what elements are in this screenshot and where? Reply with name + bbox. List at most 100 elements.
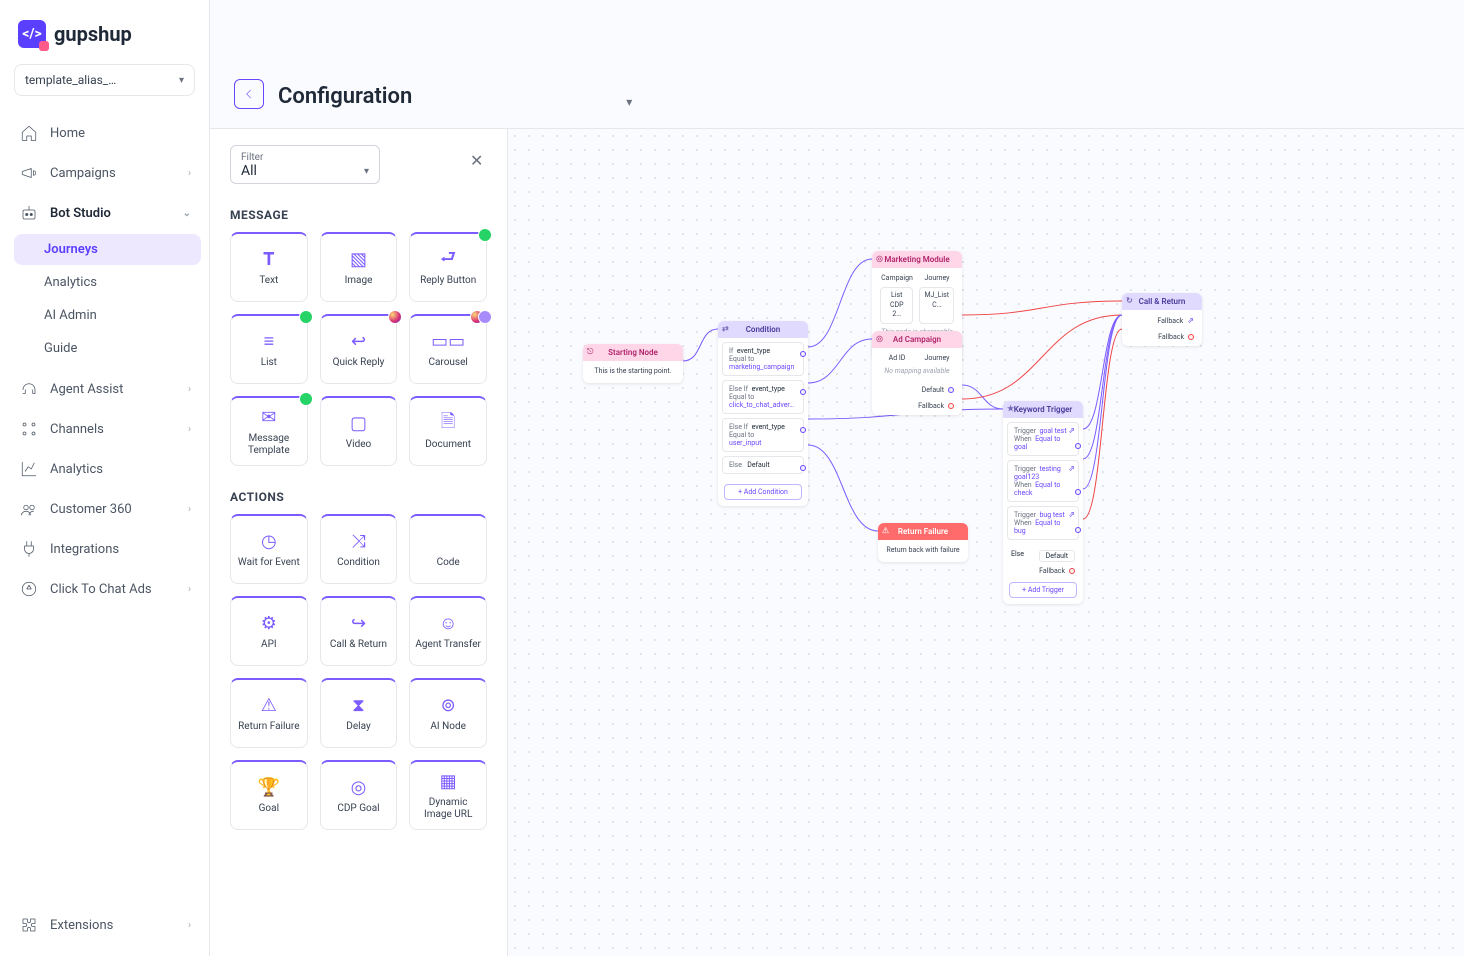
condition-block[interactable]: Else Default <box>722 456 804 474</box>
node-condition[interactable]: ⇄Condition If event_type Equal to market… <box>718 321 808 506</box>
tool-icon: 𝐓 <box>258 249 280 271</box>
back-button[interactable] <box>234 79 264 109</box>
tool-icon: ⧗ <box>347 695 369 717</box>
nav-label: Bot Studio <box>50 206 111 221</box>
palette-message-header: MESSAGE <box>230 208 487 222</box>
tool-cdp-goal[interactable]: ◎ CDP Goal <box>320 760 398 830</box>
chart-icon <box>20 460 38 478</box>
tool-return-failure[interactable]: ⚠ Return Failure <box>230 678 308 748</box>
port-out[interactable] <box>948 403 954 409</box>
tool-label: Agent Transfer <box>415 639 481 651</box>
trigger-row[interactable]: Trigger bug test When Equal to bug ⇗ <box>1007 506 1079 540</box>
tool-call-return[interactable]: ↪ Call & Return <box>320 596 398 666</box>
subnav-analytics[interactable]: Analytics <box>14 267 201 298</box>
tool-label: CDP Goal <box>337 803 379 815</box>
nav-label: Channels <box>50 422 104 437</box>
nav-item-integrations[interactable]: Integrations <box>8 530 201 568</box>
nav-item-agent-assist[interactable]: Agent Assist › <box>8 370 201 408</box>
tool-label: Dynamic Image URL <box>414 797 482 821</box>
external-link-icon[interactable]: ⇗ <box>1068 464 1075 473</box>
nav-item-campaigns[interactable]: Campaigns › <box>8 154 201 192</box>
nav-item-channels[interactable]: Channels › <box>8 410 201 448</box>
external-link-icon[interactable]: ⇗ <box>1187 316 1194 325</box>
tool-carousel[interactable]: ▭▭ Carousel <box>409 314 487 384</box>
tool-api[interactable]: ⚙ API <box>230 596 308 666</box>
node-return-failure-body: Return back with failure <box>878 540 968 562</box>
palette-actions-header: ACTIONS <box>230 490 487 504</box>
template-selector-label: template_alias_… <box>25 73 116 87</box>
nav-item-analytics[interactable]: Analytics <box>8 450 201 488</box>
logo-mark-icon: </> <box>18 20 46 48</box>
tool-document[interactable]: 🗎 Document <box>409 396 487 466</box>
tool-quick-reply[interactable]: ↩ Quick Reply <box>320 314 398 384</box>
port-out[interactable] <box>1075 443 1081 449</box>
tool-icon: 🏆 <box>258 777 280 799</box>
tool-agent-transfer[interactable]: ☺ Agent Transfer <box>409 596 487 666</box>
tool-reply-button[interactable]: ⮐ Reply Button <box>409 232 487 302</box>
external-link-icon[interactable]: ⇗ <box>1068 510 1075 519</box>
add-trigger-button[interactable]: + Add Trigger <box>1009 582 1077 598</box>
tool-list[interactable]: ≡ List <box>230 314 308 384</box>
tool-goal[interactable]: 🏆 Goal <box>230 760 308 830</box>
chevron-icon: › <box>188 384 191 395</box>
port-out[interactable] <box>1075 527 1081 533</box>
trigger-row[interactable]: Trigger testing goal123 When Equal to ch… <box>1007 460 1079 502</box>
trigger-row[interactable]: Trigger goal test When Equal to goal ⇗ <box>1007 422 1079 456</box>
tool-video[interactable]: ▢ Video <box>320 396 398 466</box>
subnav-ai-admin[interactable]: AI Admin <box>14 300 201 331</box>
filter-select[interactable]: Filter All ▾ <box>230 145 380 184</box>
config-chevron-icon[interactable]: ▾ <box>626 95 632 109</box>
subnav-guide[interactable]: Guide <box>14 333 201 364</box>
node-starting[interactable]: ⎋Starting Node This is the starting poin… <box>583 344 683 383</box>
node-starting-header: ⎋Starting Node <box>583 344 683 361</box>
add-condition-button[interactable]: + Add Condition <box>724 484 802 500</box>
tool-ai-node[interactable]: ⊚ AI Node <box>409 678 487 748</box>
node-call-return[interactable]: ↻Call & Return Fallback⇗ Fallback <box>1122 293 1202 346</box>
close-palette-button[interactable]: ✕ <box>470 151 483 170</box>
tool-code[interactable]: Code <box>409 514 487 584</box>
tool-message-template[interactable]: ✉ Message Template <box>230 396 308 466</box>
tool-delay[interactable]: ⧗ Delay <box>320 678 398 748</box>
sidebar: </> gupshup template_alias_… ▾ Home Camp… <box>0 0 210 956</box>
port-out[interactable] <box>800 465 806 471</box>
port-out[interactable] <box>1188 334 1194 340</box>
tool-condition[interactable]: ⤨ Condition <box>320 514 398 584</box>
port-out[interactable] <box>1075 489 1081 495</box>
external-link-icon[interactable]: ⇗ <box>1068 426 1075 435</box>
filter-label: Filter <box>241 152 369 163</box>
logo-text: gupshup <box>54 22 132 46</box>
tool-icon: ◎ <box>347 777 369 799</box>
journey-canvas[interactable]: ⎋Starting Node This is the starting poin… <box>508 129 1464 956</box>
tool-wait-for-event[interactable]: ◷ Wait for Event <box>230 514 308 584</box>
tool-image[interactable]: ▧ Image <box>320 232 398 302</box>
condition-block[interactable]: If event_type Equal to marketing_campaig… <box>722 342 804 376</box>
nav-label: Integrations <box>50 542 119 557</box>
port-out[interactable] <box>800 351 806 357</box>
tool-icon: ▢ <box>347 413 369 435</box>
instagram-badge-icon <box>388 310 402 324</box>
tool-icon: ▧ <box>347 249 369 271</box>
dropdown-arrow-icon: ▾ <box>364 166 369 177</box>
node-keyword-trigger[interactable]: ★Keyword Trigger Trigger goal test When … <box>1003 401 1083 604</box>
nav-item-click-to-chat-ads[interactable]: Click To Chat Ads › <box>8 570 201 608</box>
nav-item-customer-360[interactable]: Customer 360 › <box>8 490 201 528</box>
port-out[interactable] <box>800 389 806 395</box>
tool-icon: ≡ <box>258 331 280 353</box>
tool-text[interactable]: 𝐓 Text <box>230 232 308 302</box>
plug-icon <box>20 540 38 558</box>
port-out[interactable] <box>800 427 806 433</box>
tool-label: Wait for Event <box>238 557 300 569</box>
tool-dynamic-image-url[interactable]: ▦ Dynamic Image URL <box>409 760 487 830</box>
nav-item-home[interactable]: Home <box>8 114 201 152</box>
condition-block[interactable]: Else If event_type Equal to click_to_cha… <box>722 380 804 414</box>
subnav-journeys[interactable]: Journeys <box>14 234 201 265</box>
tool-icon: ☺ <box>437 613 459 635</box>
node-return-failure[interactable]: ⚠Return Failure Return back with failure <box>878 523 968 562</box>
nav-item-bot-studio[interactable]: Bot Studio ⌄ <box>8 194 201 232</box>
condition-block[interactable]: Else If event_type Equal to user_input <box>722 418 804 452</box>
nav-item-extensions[interactable]: Extensions › <box>8 906 201 944</box>
template-selector[interactable]: template_alias_… ▾ <box>14 64 195 96</box>
port-out[interactable] <box>1069 568 1075 574</box>
port-out[interactable] <box>948 387 954 393</box>
node-adcampaign[interactable]: ◎Ad Campaign Ad ID Journey No mapping av… <box>872 331 962 415</box>
